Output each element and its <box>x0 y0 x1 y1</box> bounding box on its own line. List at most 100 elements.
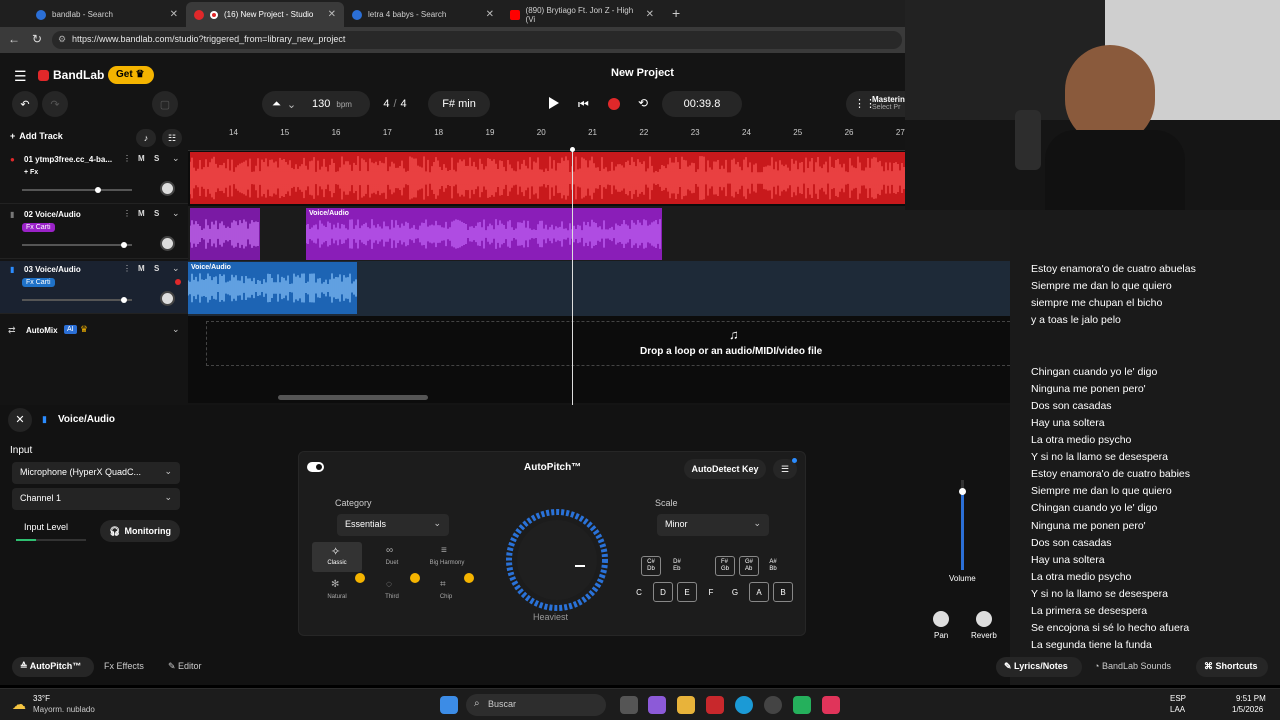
lyric-line[interactable]: La primera se desespera <box>1031 605 1147 617</box>
solo-button[interactable]: S <box>154 154 159 163</box>
audio-clip[interactable] <box>190 152 905 204</box>
note-key[interactable]: D <box>653 582 673 602</box>
sharp-key[interactable]: G# Ab <box>739 556 759 576</box>
more-icon[interactable]: ⋮ <box>123 154 131 163</box>
taskbar-search[interactable]: ⌕ Buscar <box>466 694 606 716</box>
clock-time[interactable]: 9:51 PM <box>1236 694 1266 703</box>
lyric-line[interactable]: Chingan cuando yo le' digo <box>1031 366 1157 378</box>
volume-fader[interactable] <box>959 480 966 570</box>
lyric-line[interactable]: La segunda tiene la funda <box>1031 639 1152 651</box>
track-header-1[interactable]: ● 01 ytmp3free.cc_4-ba... + Fx ⋮ M S ⌄ <box>0 151 188 204</box>
clock-date[interactable]: 1/5/2026 <box>1232 705 1263 714</box>
settings-sliders-icon[interactable]: ☷ <box>162 129 182 147</box>
mastering-button[interactable]: ⋮⋮ Masterin Select Pr <box>846 91 906 117</box>
pan-knob[interactable] <box>160 291 175 306</box>
edge-browser-icon[interactable] <box>735 696 753 714</box>
windows-start-icon[interactable] <box>440 696 458 714</box>
tempo-control[interactable]: ⏶ ⌄ 130 bpm <box>262 91 370 117</box>
lyric-line[interactable]: Y si no la llamo se desespera <box>1031 588 1168 600</box>
tab-youtube[interactable]: (890) Brytiago Ft. Jon Z - High (Vi ✕ <box>502 2 662 27</box>
channel-select[interactable]: Channel 1 ⌄ <box>12 488 180 510</box>
bandlab-logo[interactable]: BandLab <box>38 68 104 82</box>
reload-icon[interactable]: ↻ <box>32 32 42 46</box>
close-icon[interactable]: ✕ <box>646 9 654 20</box>
microphone-select[interactable]: Microphone (HyperX QuadC... ⌄ <box>12 462 180 484</box>
mode-chip[interactable]: ⌗ Chip <box>421 576 471 606</box>
pan-knob[interactable] <box>160 236 175 251</box>
file-explorer-icon[interactable] <box>677 696 695 714</box>
tiktok-icon[interactable] <box>822 696 840 714</box>
loop-icon[interactable]: ⟲ <box>638 96 648 110</box>
playhead[interactable] <box>572 149 573 405</box>
mode-third[interactable]: ◌ Third <box>367 576 417 606</box>
language-layout[interactable]: LAA <box>1170 705 1185 714</box>
obs-icon[interactable] <box>764 696 782 714</box>
mode-natural[interactable]: ✻ Natural <box>312 576 362 606</box>
app-icon[interactable] <box>793 696 811 714</box>
back-arrow-icon[interactable]: ← <box>8 32 20 46</box>
strength-knob[interactable] <box>499 508 615 612</box>
lyric-line[interactable]: Siempre me dan lo que quiero <box>1031 485 1172 497</box>
lyric-line[interactable]: siempre me chupan el bicho <box>1031 297 1162 309</box>
shield-app-icon[interactable] <box>706 696 724 714</box>
language-code[interactable]: ESP <box>1170 694 1186 703</box>
tuner-icon[interactable]: ♪ <box>136 129 156 147</box>
lyric-line[interactable]: y a toas le jalo pelo <box>1031 314 1121 326</box>
pan-knob[interactable] <box>160 181 175 196</box>
audio-clip[interactable]: Voice/Audio <box>188 262 357 314</box>
lyric-line[interactable]: Dos son casadas <box>1031 537 1112 549</box>
volume-handle[interactable] <box>121 242 128 248</box>
add-track-button[interactable]: + Add Track <box>10 131 63 141</box>
category-select[interactable]: Essentials ⌄ <box>337 514 449 536</box>
reverb-knob[interactable] <box>976 611 992 627</box>
chevron-down-icon[interactable]: ⌄ <box>172 263 180 274</box>
sharp-key[interactable]: F# Gb <box>715 556 735 576</box>
tab-editor[interactable]: ✎ Editor <box>168 661 202 672</box>
view-toggle-button[interactable]: ▢ <box>152 91 178 117</box>
weather-desc[interactable]: Mayorm. nublado <box>33 705 95 714</box>
get-membership-button[interactable]: Get ♛ <box>108 66 154 84</box>
tab-lyrics-notes[interactable]: ✎ Lyrics/Notes <box>996 657 1082 677</box>
menu-icon[interactable]: ☰ <box>14 68 27 85</box>
note-key[interactable]: A <box>749 582 769 602</box>
note-key[interactable]: B <box>773 582 793 602</box>
record-button[interactable] <box>608 98 620 110</box>
note-key[interactable]: E <box>677 582 697 602</box>
volume-slider[interactable] <box>22 297 132 303</box>
close-icon[interactable]: ✕ <box>170 9 178 20</box>
sharp-key[interactable]: A# Bb <box>763 556 783 576</box>
tab-bandlab-search[interactable]: bandlab - Search ✕ <box>28 2 186 27</box>
track-name[interactable]: 03 Voice/Audio <box>24 265 81 274</box>
lyric-line[interactable]: Dos son casadas <box>1031 400 1112 412</box>
redo-button[interactable]: ↷ <box>42 91 68 117</box>
audio-clip[interactable] <box>190 208 260 260</box>
mode-classic[interactable]: ✧ Classic <box>312 542 362 572</box>
lyric-line[interactable]: Siempre me dan lo que quiero <box>1031 280 1172 292</box>
lyric-line[interactable]: La otra medio psycho <box>1031 571 1131 583</box>
tab-effects[interactable]: Fx Effects <box>104 661 144 671</box>
mode-big-harmony[interactable]: ≡ Big Harmony <box>421 542 473 572</box>
close-icon[interactable]: ✕ <box>486 9 494 20</box>
tab-bandlab-sounds[interactable]: ◔ BandLab Sounds <box>1094 661 1171 671</box>
solo-button[interactable]: S <box>154 209 159 218</box>
tab-autopitch[interactable]: ≙ AutoPitch™ <box>12 657 94 677</box>
tab-letra-search[interactable]: letra 4 babys - Search ✕ <box>344 2 502 27</box>
mute-button[interactable]: M <box>138 209 145 218</box>
mute-button[interactable]: M <box>138 154 145 163</box>
note-key[interactable]: C <box>629 582 649 602</box>
lyric-line[interactable]: Hay una soltera <box>1031 554 1105 566</box>
chevron-down-icon[interactable]: ⌄ <box>172 324 180 335</box>
task-view-icon[interactable] <box>620 696 638 714</box>
time-signature[interactable]: 4 / 4 <box>374 91 416 117</box>
fx-button[interactable]: Fx Carti <box>22 278 55 287</box>
record-arm-icon[interactable] <box>175 279 181 285</box>
fx-button[interactable]: + Fx <box>24 169 38 176</box>
site-info-icon[interactable]: ⚙ <box>58 34 66 45</box>
weather-temp[interactable]: 33°F <box>33 694 50 703</box>
volume-slider[interactable] <box>22 187 132 193</box>
mode-duet[interactable]: ∞ Duet <box>367 542 417 572</box>
new-tab-button[interactable]: + <box>672 5 680 21</box>
lyric-line[interactable]: Hay una soltera <box>1031 417 1105 429</box>
note-key[interactable]: G <box>725 582 745 602</box>
lyric-line[interactable]: Estoy enamora'o de cuatro abuelas <box>1031 263 1196 275</box>
